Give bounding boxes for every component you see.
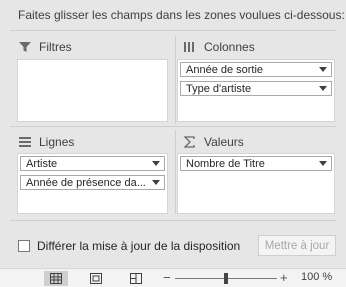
field-label: Artiste <box>26 157 58 170</box>
field-label: Nombre de Titre <box>186 157 265 170</box>
field-label: Type d'artiste <box>186 82 252 95</box>
rows-field-annee-de-presence[interactable]: Année de présence da... <box>20 175 165 190</box>
update-button[interactable]: Mettre à jour <box>258 235 336 256</box>
normal-view-button[interactable] <box>44 271 68 286</box>
page-break-icon <box>130 273 142 284</box>
columns-icon <box>183 41 197 53</box>
page-layout-icon <box>90 273 102 284</box>
values-zone-label: Valeurs <box>183 135 244 149</box>
columns-field-type-artiste[interactable]: Type d'artiste <box>180 81 332 96</box>
defer-update-label: Différer la mise à jour de la dispositio… <box>37 239 241 253</box>
zoom-level[interactable]: 100 % <box>301 271 332 283</box>
rows-zone-label: Lignes <box>18 135 74 149</box>
columns-zone-label: Colonnes <box>183 40 255 54</box>
chevron-down-icon[interactable] <box>315 82 331 95</box>
rows-icon <box>18 136 32 148</box>
chevron-down-icon[interactable] <box>315 63 331 76</box>
filter-icon <box>18 41 32 53</box>
defer-update-row[interactable]: Différer la mise à jour de la dispositio… <box>18 236 240 256</box>
rows-field-artiste[interactable]: Artiste <box>20 156 165 171</box>
page-break-button[interactable] <box>124 271 148 286</box>
sigma-icon <box>183 136 197 148</box>
filters-zone-label: Filtres <box>18 40 72 54</box>
values-label-text: Valeurs <box>204 135 244 149</box>
vertical-separator-top <box>175 36 176 124</box>
columns-label-text: Colonnes <box>204 40 255 54</box>
chevron-down-icon[interactable] <box>148 176 164 189</box>
zoom-slider-thumb[interactable] <box>224 273 228 284</box>
zoom-in-button[interactable]: + <box>280 270 288 286</box>
normal-view-icon <box>50 273 62 284</box>
header-instruction: Faites glisser les champs dans les zones… <box>18 8 345 22</box>
defer-update-checkbox[interactable] <box>18 240 30 252</box>
footer-divider <box>10 220 336 221</box>
field-label: Année de présence da... <box>26 176 146 189</box>
page-layout-button[interactable] <box>84 271 108 286</box>
rows-label-text: Lignes <box>39 135 75 149</box>
zoom-out-button[interactable]: − <box>163 270 171 286</box>
chevron-down-icon[interactable] <box>315 157 331 170</box>
values-field-nombre-de-titre[interactable]: Nombre de Titre <box>180 156 332 171</box>
filters-drop-zone[interactable] <box>17 59 168 122</box>
top-divider <box>10 30 336 31</box>
middle-divider <box>10 126 336 127</box>
chevron-down-icon[interactable] <box>148 157 164 170</box>
vertical-separator-bottom <box>175 130 176 214</box>
columns-field-annee-de-sortie[interactable]: Année de sortie <box>180 62 332 77</box>
field-label: Année de sortie <box>186 63 264 76</box>
filters-label-text: Filtres <box>39 40 72 54</box>
status-bar: − + 100 % <box>0 268 346 287</box>
